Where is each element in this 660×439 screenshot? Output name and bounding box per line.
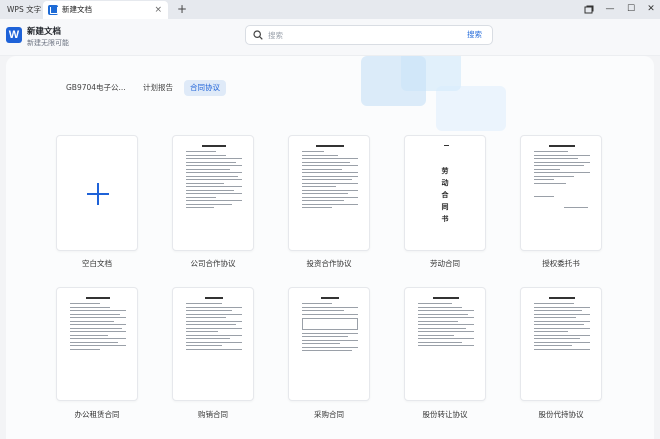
- template-thumbnail: [302, 145, 358, 211]
- search-icon: [253, 30, 263, 40]
- cover-char: 书: [441, 215, 449, 223]
- search-button[interactable]: 搜索: [467, 26, 482, 44]
- template-card-company-cooperation[interactable]: [172, 135, 254, 251]
- template-name[interactable]: 投资合作协议: [279, 258, 379, 269]
- template-name[interactable]: 办公租赁合同: [47, 409, 147, 420]
- template-card-office-lease[interactable]: [56, 287, 138, 401]
- template-thumbnail: [186, 297, 242, 352]
- word-logo-icon: W: [6, 27, 22, 43]
- app-tab[interactable]: WPS 文字: [2, 1, 46, 18]
- template-thumbnail: [534, 145, 590, 210]
- template-panel: GB9704电子公... 计划报告 合同协议 劳 动 合 同 书 空白文档 公司…: [6, 56, 654, 439]
- tab-close-icon[interactable]: ×: [154, 1, 162, 19]
- page-title: 新建文档: [27, 27, 62, 37]
- template-thumbnail: [186, 145, 242, 211]
- template-thumbnail: [70, 297, 126, 352]
- tab-gb9704[interactable]: GB9704电子公...: [66, 80, 126, 96]
- template-card-blank[interactable]: [56, 135, 138, 251]
- close-icon[interactable]: ✕: [640, 0, 660, 19]
- template-thumbnail: [534, 297, 590, 352]
- page-subtitle: 新建无限可能: [27, 39, 69, 47]
- template-card-investment-cooperation[interactable]: [288, 135, 370, 251]
- template-card-power-of-attorney[interactable]: [520, 135, 602, 251]
- plus-icon: [87, 183, 109, 205]
- minimize-icon[interactable]: —: [599, 0, 621, 19]
- tab-label: 新建文档: [62, 5, 92, 14]
- add-tab-button[interactable]: +: [177, 0, 187, 18]
- template-thumbnail: [418, 145, 474, 150]
- template-thumbnail: [418, 297, 474, 349]
- template-name[interactable]: 空白文档: [47, 258, 147, 269]
- template-card-share-transfer[interactable]: [404, 287, 486, 401]
- template-name[interactable]: 股份代持协议: [511, 409, 611, 420]
- template-name[interactable]: 授权委托书: [511, 258, 611, 269]
- search-input[interactable]: [268, 28, 448, 42]
- cover-char: 同: [441, 203, 449, 211]
- header: W 新建文档 新建无限可能 搜索: [0, 19, 660, 56]
- tab-plan-report[interactable]: 计划报告: [143, 80, 173, 96]
- template-card-labor-contract[interactable]: 劳 动 合 同 书: [404, 135, 486, 251]
- maximize-icon[interactable]: ☐: [620, 0, 642, 19]
- search-box[interactable]: 搜索: [245, 25, 493, 45]
- title-bar: WPS 文字 新建文档 × + — ☐ ✕: [0, 0, 660, 19]
- template-name[interactable]: 劳动合同: [395, 258, 495, 269]
- template-card-purchase-contract[interactable]: [288, 287, 370, 401]
- tab-new-document[interactable]: 新建文档 ×: [43, 1, 168, 19]
- template-name[interactable]: 采购合同: [279, 409, 379, 420]
- template-thumbnail: [302, 297, 358, 354]
- cover-char: 合: [441, 191, 449, 199]
- tab-contract[interactable]: 合同协议: [184, 80, 226, 96]
- template-name[interactable]: 购销合同: [163, 409, 263, 420]
- word-doc-icon: [48, 5, 58, 15]
- cover-char: 动: [441, 179, 449, 187]
- template-card-share-proxy[interactable]: [520, 287, 602, 401]
- cover-char: 劳: [441, 167, 449, 175]
- template-name[interactable]: 公司合作协议: [163, 258, 263, 269]
- template-name[interactable]: 股份转让协议: [395, 409, 495, 420]
- restore-icon[interactable]: [578, 0, 600, 19]
- template-card-sales-contract[interactable]: [172, 287, 254, 401]
